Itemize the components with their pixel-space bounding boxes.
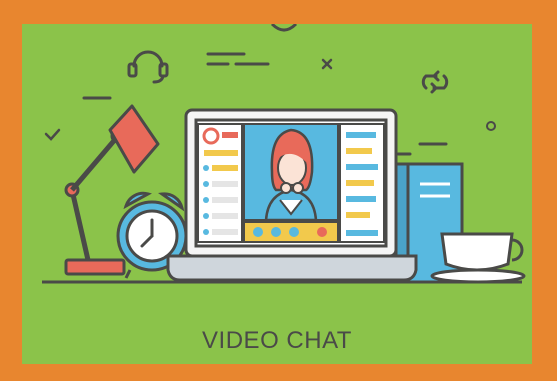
illustration: VIDEO CHAT — [22, 24, 532, 364]
top-arc — [270, 24, 298, 32]
close-icon — [321, 58, 333, 70]
check-icon — [44, 128, 61, 141]
call-controls — [243, 221, 339, 243]
headset-icon — [127, 50, 169, 84]
caption-text: VIDEO CHAT — [202, 327, 352, 354]
mute-icon — [289, 227, 299, 237]
coffee-cup — [430, 232, 526, 284]
small-circle — [486, 121, 496, 131]
chat-messages-panel — [339, 123, 385, 243]
video-feed — [243, 123, 339, 222]
chat-list-panel — [197, 123, 243, 243]
camera-icon — [271, 227, 281, 237]
video-chat-illustration — [42, 24, 526, 284]
refresh-icon — [421, 70, 449, 94]
orange-frame: VIDEO CHAT — [0, 0, 557, 381]
phone-icon — [253, 227, 263, 237]
end-call-icon — [317, 227, 327, 237]
